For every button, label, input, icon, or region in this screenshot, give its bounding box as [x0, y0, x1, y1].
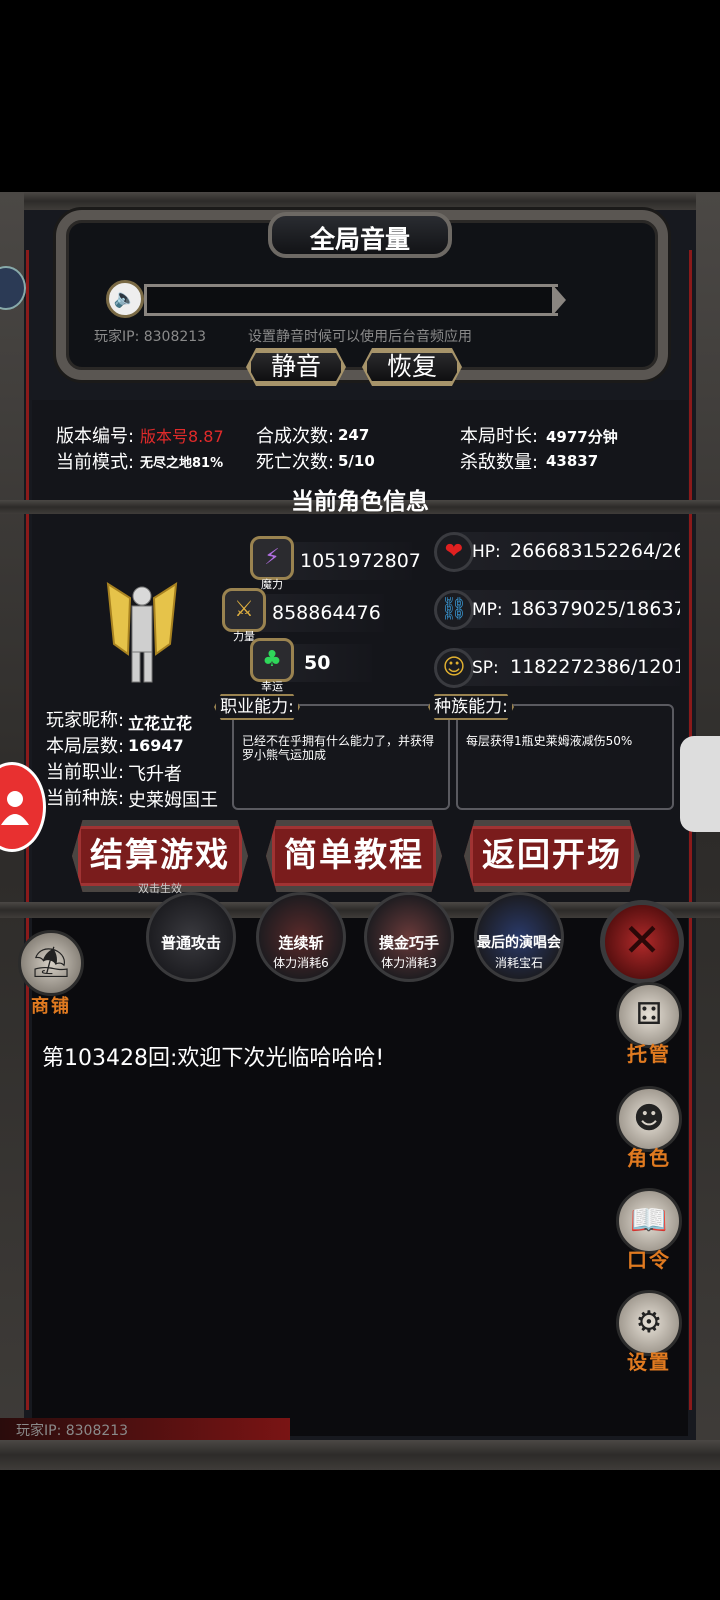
character-sprite	[100, 574, 184, 690]
mode-value: 无尽之地81%	[140, 456, 224, 471]
mute-button[interactable]: 静音	[248, 350, 344, 384]
strength-icon: ☺	[434, 648, 474, 688]
race-ability-text: 每层获得1瓶史莱姆液减伤50%	[466, 734, 633, 748]
skill-label: 普通攻击	[160, 934, 221, 952]
power-value: 858864476	[272, 602, 381, 624]
duration-value: 4977分钟	[546, 428, 618, 446]
game-log-message: 第103428回:欢迎下次光临哈哈哈!	[42, 1046, 385, 1071]
class-label: 当前职业:	[46, 762, 125, 783]
version-label: 版本编号:	[56, 426, 135, 447]
floor-value: 16947	[128, 736, 184, 755]
heart-icon: ❤	[434, 532, 474, 572]
code-label: 口令	[627, 1248, 671, 1272]
nickname-value: 立花立花	[128, 714, 193, 733]
skill-cost: 体力消耗6	[273, 956, 329, 970]
race-ability-tag: 种族能力:	[428, 694, 514, 720]
log-bg	[32, 918, 688, 1436]
auto-label: 托管	[627, 1042, 671, 1066]
speaker-icon[interactable]: 🔈	[106, 280, 144, 318]
job-ability-tag: 职业能力:	[214, 694, 300, 720]
player-ip: 玩家IP: 8308213	[94, 329, 207, 345]
class-value: 飞升者	[128, 764, 182, 785]
skill-label: 最后的演唱会	[477, 935, 561, 951]
floor-label: 本局层数:	[46, 736, 125, 757]
volume-title: 全局音量	[309, 225, 410, 254]
mp-icon: ⛓	[434, 590, 474, 630]
kills-label: 杀敌数量:	[460, 452, 539, 473]
clover-icon: ♣	[250, 638, 294, 682]
character-sprite-graphic	[106, 582, 178, 683]
mode-label: 当前模式:	[56, 452, 135, 473]
craft-value: 247	[338, 426, 370, 444]
frame-top	[0, 192, 720, 210]
magic-value: 1051972807	[300, 550, 421, 572]
role-label: 角色	[627, 1146, 671, 1170]
sp-label: SP:	[472, 658, 499, 678]
version-value: 版本号8.87	[140, 427, 224, 446]
shop-label: 商铺	[31, 996, 71, 1017]
frame-bottom	[0, 1440, 720, 1470]
skill-label: 摸金巧手	[378, 934, 439, 952]
hp-label: HP:	[472, 542, 501, 562]
right-edge-handle[interactable]	[680, 736, 720, 832]
nickname-label: 玩家昵称:	[46, 710, 125, 731]
mute-hint: 设置静音时候可以使用后台音频应用	[248, 329, 472, 345]
power-icon: ⚔	[222, 588, 266, 632]
mp-label: MP:	[472, 600, 503, 620]
sp-value: 1182272386/1201	[510, 656, 680, 678]
luck-value: 50	[304, 652, 331, 674]
tutorial-button[interactable]: 简单教程	[266, 820, 442, 892]
kills-value: 43837	[546, 452, 599, 470]
person-icon	[1, 791, 29, 825]
death-value: 5/10	[338, 452, 375, 470]
job-ability-text: 已经不在乎拥有什么能力了，并获得罗小熊气运加成	[242, 734, 435, 762]
magic-icon: ⚡	[250, 536, 294, 580]
craft-label: 合成次数:	[256, 426, 335, 447]
character-section-title: 当前角色信息	[291, 489, 429, 515]
duration-label: 本局时长:	[460, 426, 539, 447]
volume-slider[interactable]	[144, 284, 558, 316]
skill-label: 连续斩	[278, 934, 324, 952]
luck-label: 幸运	[261, 680, 283, 693]
death-label: 死亡次数:	[256, 452, 335, 473]
mp-value: 186379025/18637	[510, 598, 680, 620]
shop-icon[interactable]: ⛱	[18, 930, 84, 996]
return-start-button[interactable]: 返回开场	[464, 820, 640, 892]
skill-cost: 体力消耗3	[381, 956, 437, 970]
race-value: 史莱姆国王	[128, 790, 218, 811]
skill-cost: 消耗宝石	[494, 956, 543, 970]
restore-button[interactable]: 恢复	[364, 350, 460, 384]
volume-slider-tip	[552, 284, 566, 316]
close-icon[interactable]: ✕	[600, 900, 684, 984]
settle-hint: 双击生效	[138, 882, 182, 895]
footer-player-ip: 玩家IP: 8308213	[16, 1423, 129, 1439]
race-label: 当前种族:	[46, 788, 125, 809]
settings-label: 设置	[627, 1350, 671, 1374]
hp-value: 266683152264/266	[510, 540, 680, 562]
